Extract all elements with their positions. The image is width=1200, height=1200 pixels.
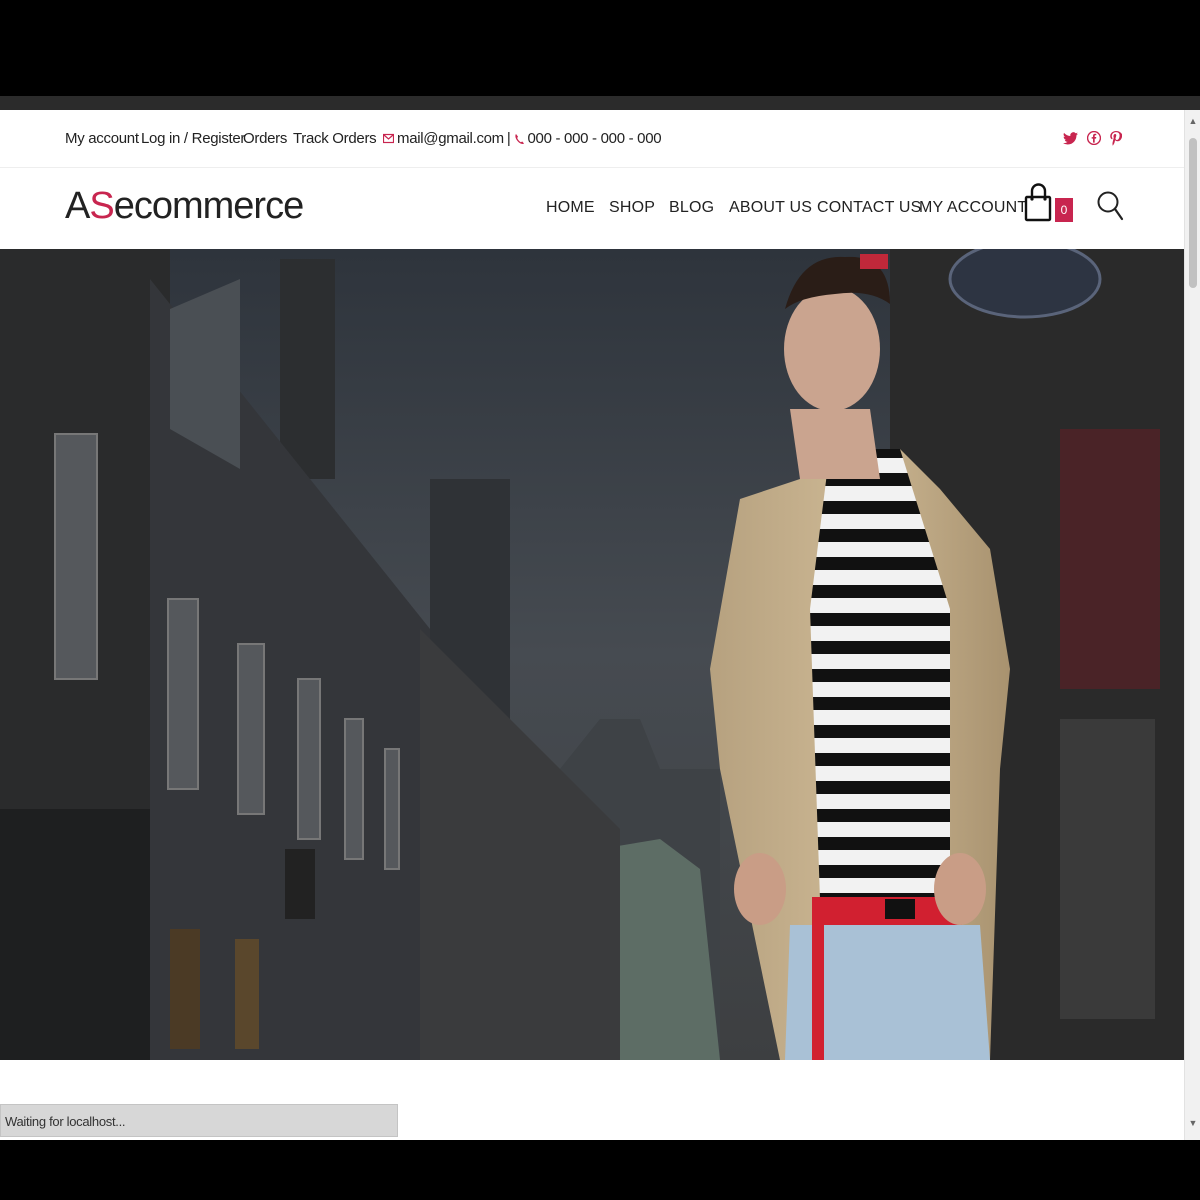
phone-text[interactable]: 000 - 000 - 000 - 000 bbox=[528, 130, 662, 147]
cart-button[interactable]: 0 bbox=[1024, 182, 1076, 226]
search-button[interactable] bbox=[1096, 188, 1124, 224]
hero-image bbox=[0, 249, 1184, 1060]
browser-chrome-edge bbox=[0, 96, 1200, 110]
hero-banner bbox=[0, 249, 1184, 1060]
facebook-icon[interactable] bbox=[1086, 129, 1102, 147]
my-account-link[interactable]: My account bbox=[65, 130, 139, 147]
shopping-bag-icon bbox=[1024, 183, 1052, 222]
contact-separator: | bbox=[506, 130, 511, 147]
orders-link[interactable]: Orders bbox=[243, 130, 287, 147]
contact-info: mail@gmail.com | 000 - 000 - 000 - 000 bbox=[383, 130, 662, 147]
site-logo[interactable]: ASecommerce bbox=[65, 185, 304, 228]
logo-letter-a: A bbox=[65, 185, 90, 227]
nav-about-us[interactable]: ABOUT US bbox=[729, 199, 812, 217]
scroll-down-arrow-icon[interactable]: ▼ bbox=[1188, 1118, 1198, 1128]
cart-count-badge: 0 bbox=[1055, 198, 1073, 222]
pinterest-icon[interactable] bbox=[1108, 129, 1124, 147]
vertical-scrollbar[interactable]: ▲ ▼ bbox=[1184, 110, 1200, 1140]
nav-contact-us[interactable]: CONTACT US bbox=[817, 199, 922, 217]
nav-shop[interactable]: SHOP bbox=[609, 199, 655, 217]
nav-home[interactable]: HOME bbox=[546, 199, 595, 217]
browser-viewport: My account Log in / Register Orders Trac… bbox=[0, 96, 1200, 1140]
browser-status-bar: Waiting for localhost... bbox=[0, 1104, 398, 1137]
phone-icon bbox=[514, 133, 524, 144]
email-icon bbox=[383, 133, 394, 144]
email-text[interactable]: mail@gmail.com bbox=[397, 130, 504, 147]
nav-blog[interactable]: BLOG bbox=[669, 199, 714, 217]
twitter-icon[interactable] bbox=[1062, 129, 1078, 147]
top-bar: My account Log in / Register Orders Trac… bbox=[0, 110, 1184, 168]
site-header: ASecommerce HOME SHOP BLOG ABOUT US CONT… bbox=[0, 169, 1184, 249]
nav-my-account[interactable]: MY ACCOUNT bbox=[919, 199, 1027, 217]
login-register-link[interactable]: Log in / Register bbox=[141, 130, 245, 147]
logo-text-rest: ecommerce bbox=[113, 185, 304, 227]
logo-letter-s: S bbox=[89, 185, 114, 227]
scroll-up-arrow-icon[interactable]: ▲ bbox=[1188, 116, 1198, 126]
track-orders-link[interactable]: Track Orders bbox=[293, 130, 377, 147]
scrollbar-thumb[interactable] bbox=[1189, 138, 1197, 288]
search-icon bbox=[1097, 191, 1124, 221]
